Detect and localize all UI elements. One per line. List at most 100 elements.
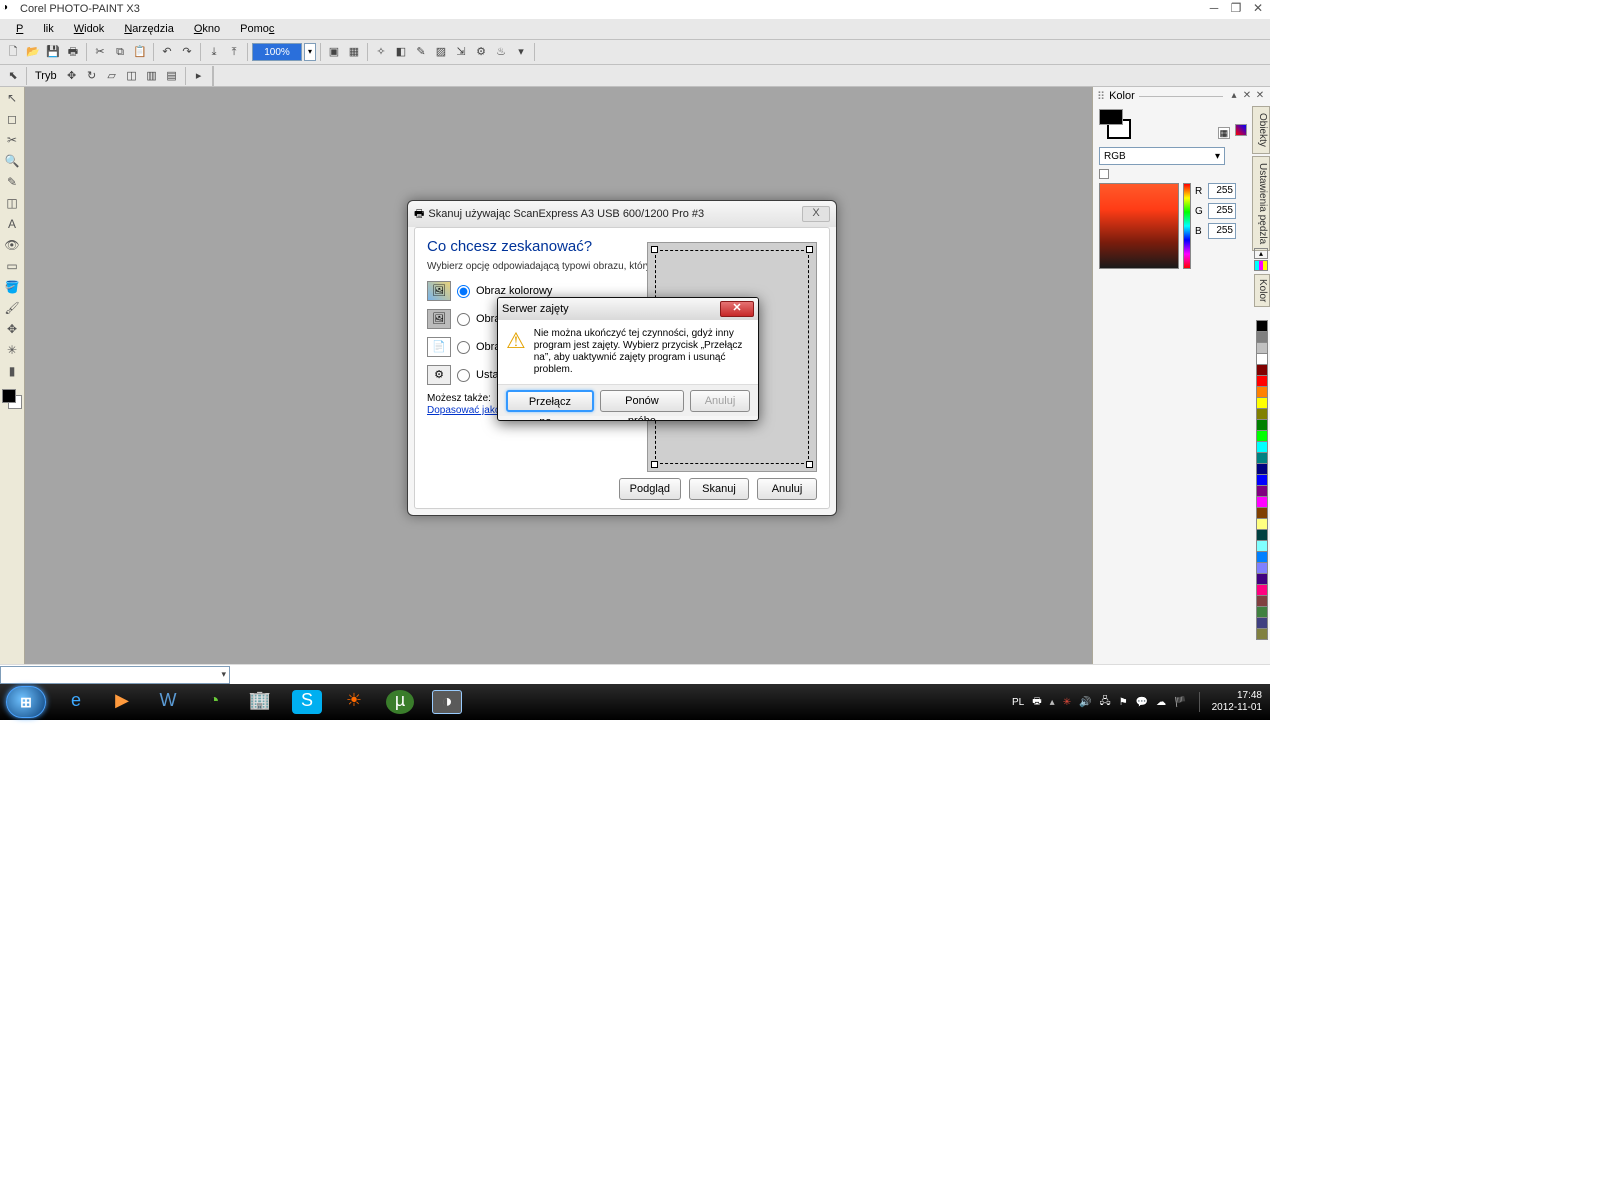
r-input[interactable]: 255 [1208,183,1236,199]
copy-icon[interactable]: ⧉ [111,43,129,61]
switch-to-button[interactable]: Przełącz na... [506,390,594,412]
sun-icon[interactable]: ☀ [340,690,368,714]
pointer-icon[interactable]: ⬉ [4,67,22,85]
menu-window[interactable]: Okno [184,21,230,37]
tray-shield-icon[interactable]: ⚑ [1119,697,1128,708]
brush-tool-icon[interactable]: 🖌 [4,301,21,318]
minimize-button[interactable]: ─ [1204,1,1224,17]
g-input[interactable]: 255 [1208,203,1236,219]
handle-tr[interactable] [806,246,813,253]
zoom-input[interactable]: 100% [252,43,302,61]
docker-close2-icon[interactable]: ✕ [1254,90,1266,102]
lang-indicator[interactable]: PL [1012,697,1024,708]
tab-brush-settings[interactable]: Ustawienia pędzla [1252,156,1270,251]
rulers-icon[interactable]: ▦ [345,43,363,61]
clock[interactable]: 17:48 2012-11-01 [1212,690,1262,714]
mode6-icon[interactable]: ▤ [163,67,181,85]
palette-swatch[interactable] [1256,628,1268,640]
rect-tool-icon[interactable]: ▭ [4,259,21,276]
export-icon[interactable]: ⤒ [225,43,243,61]
start-button[interactable]: ⊞ [6,686,46,718]
text-tool-icon[interactable]: A [4,217,21,234]
wmp-icon[interactable]: ▶ [108,690,136,714]
undo-icon[interactable]: ↶ [158,43,176,61]
tab-color[interactable]: Kolor [1254,274,1270,307]
cut-icon[interactable]: ✂ [91,43,109,61]
zoom-tool-icon[interactable]: 🔍 [4,154,21,171]
fire-icon[interactable]: ♨ [492,43,510,61]
scan-button[interactable]: Skanuj [689,478,749,500]
limewire-icon[interactable]: ◔ [200,690,228,714]
pick-tool-icon[interactable]: ↖ [4,91,21,108]
fgbg-swatch[interactable] [2,389,22,409]
wand-icon[interactable]: ✧ [372,43,390,61]
handle-tl[interactable] [651,246,658,253]
paste-icon[interactable]: 📋 [131,43,149,61]
tray-network-icon[interactable]: 🖧 [1100,694,1111,711]
handle-bl[interactable] [651,461,658,468]
preview-button[interactable]: Podgląd [619,478,681,500]
maximize-button[interactable]: ❐ [1226,1,1246,17]
mask-icon[interactable]: ◧ [392,43,410,61]
print-icon[interactable]: 🖶 [64,43,82,61]
palette1-icon[interactable]: ▦ [1218,127,1230,139]
retry-button[interactable]: Ponów próbę [600,390,684,412]
menu-view[interactable]: Widok [64,21,115,37]
mode3-icon[interactable]: ▱ [103,67,121,85]
radio-bw[interactable] [457,341,470,354]
tray-flag-up-icon[interactable]: ▴ [1050,697,1055,708]
tray-msg-icon[interactable]: 💬 [1136,697,1148,708]
color-fgbg[interactable] [1099,109,1135,141]
color-picker[interactable] [1099,183,1179,269]
menu-file[interactable]: Plik [6,21,64,37]
error-close-button[interactable]: ✕ [720,301,754,317]
close-button[interactable]: ✕ [1248,1,1268,17]
hue-slider[interactable] [1183,183,1191,269]
import-icon[interactable]: ⤓ [205,43,223,61]
b-input[interactable]: 255 [1208,223,1236,239]
shadow-tool-icon[interactable]: ▮ [4,364,21,381]
path-icon[interactable]: ✎ [412,43,430,61]
eraser-icon[interactable]: ◫ [4,196,21,213]
mode5-icon[interactable]: ▥ [143,67,161,85]
fullscreen-icon[interactable]: ▣ [325,43,343,61]
mode4-icon[interactable]: ◫ [123,67,141,85]
crop-icon[interactable]: ✂ [4,133,21,150]
building-icon[interactable]: 🏢 [246,690,274,714]
effect-tool-icon[interactable]: ✳ [4,343,21,360]
palette2-icon[interactable] [1235,124,1247,136]
eyedropper-icon[interactable]: ✎ [4,175,21,192]
clone-tool-icon[interactable]: ✥ [4,322,21,339]
ie-icon[interactable]: e [62,690,90,714]
radio-custom[interactable] [457,369,470,382]
scan-close-button[interactable]: X [802,206,830,222]
word-icon[interactable]: W [154,690,182,714]
docker-close-icon[interactable]: ✕ [1241,90,1253,102]
fill-icon[interactable]: ▨ [432,43,450,61]
radio-color[interactable] [457,285,470,298]
save-icon[interactable]: 💾 [44,43,62,61]
open-icon[interactable]: 📂 [24,43,42,61]
color-mode-dropdown[interactable]: RGB▾ [1099,147,1225,165]
menu-help[interactable]: Pomoc [230,21,284,37]
play-icon[interactable]: ▸ [190,67,208,85]
grip-icon[interactable]: ⠿ [1097,90,1105,103]
launch-icon[interactable]: ⇲ [452,43,470,61]
mode1-icon[interactable]: ✥ [63,67,81,85]
menu-tools[interactable]: Narzędzia [114,21,184,37]
palette-up-icon[interactable]: ▴ [1254,248,1268,259]
skype-icon[interactable]: S [292,690,322,714]
redo-icon[interactable]: ↷ [178,43,196,61]
options-icon[interactable]: ⚙ [472,43,490,61]
radio-gray[interactable] [457,313,470,326]
status-dropdown[interactable]: ▾ [0,666,230,684]
scan-cancel-button[interactable]: Anuluj [757,478,817,500]
handle-br[interactable] [806,461,813,468]
tray-chat-icon[interactable]: ☁ [1156,697,1166,708]
palette-flag-icon[interactable] [1254,260,1268,271]
zoom-dropdown[interactable]: ▾ [304,43,316,61]
new-icon[interactable]: 🗋 [4,43,22,61]
redeye-icon[interactable]: 👁 [4,238,21,255]
tray-red-icon[interactable]: ✳ [1063,697,1071,708]
docker-collapse-icon[interactable]: ▴ [1228,90,1240,102]
